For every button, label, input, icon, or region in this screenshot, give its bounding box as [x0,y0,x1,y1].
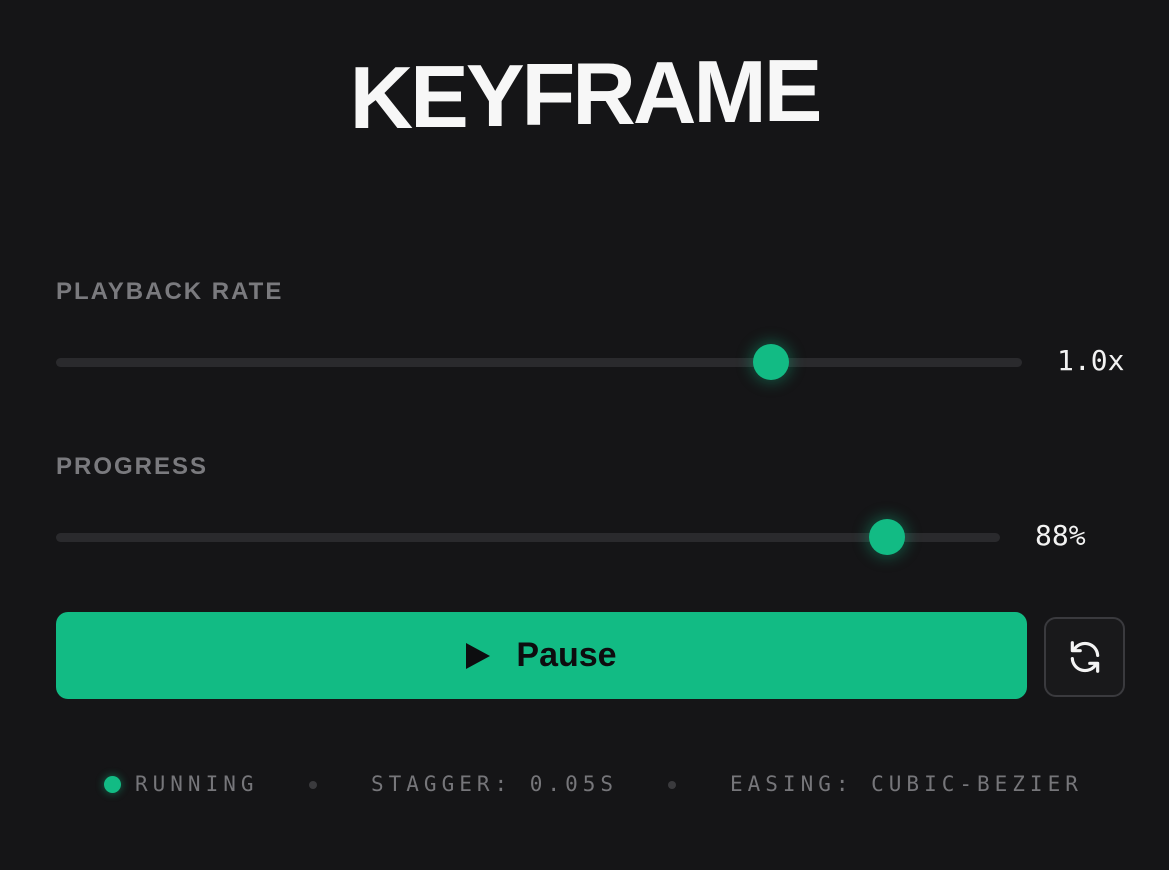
title-letter: M [693,42,766,141]
title-letter: Y [465,46,525,145]
playback-rate-value: 1.0x [1057,344,1125,377]
status-separator [668,781,676,789]
stagger-status-text: STAGGER: 0.05S [371,772,619,796]
title-letter: F [521,45,576,144]
pause-button[interactable]: Pause [56,612,1027,699]
progress-label: PROGRESS [56,453,209,480]
playback-rate-slider[interactable] [56,344,1022,380]
status-bar: RUNNING STAGGER: 0.05S EASING: CUBIC-BEZ… [0,770,1169,800]
status-separator [309,781,317,789]
playback-rate-track[interactable] [56,358,1022,367]
running-status-dot [104,776,121,793]
progress-value: 88% [1035,519,1086,552]
title-letter: E [763,41,823,140]
reset-button[interactable] [1044,617,1125,697]
running-status-text: RUNNING [135,772,259,796]
title-letter: A [632,43,697,142]
play-icon [466,642,491,669]
progress-thumb[interactable] [868,519,905,555]
title-letter: E [410,47,469,146]
playback-rate-thumb[interactable] [752,344,789,380]
keyframe-panel: KEYFRAME PLAYBACK RATE 1.0x PROGRESS 88%… [0,0,1169,870]
page-title-container: KEYFRAME [0,40,1169,150]
progress-track[interactable] [56,533,1000,542]
title-letter: R [572,44,636,143]
easing-status-text: EASING: CUBIC-BEZIER [730,772,1083,796]
refresh-icon [1070,641,1099,673]
title-letter: K [349,48,414,147]
progress-slider[interactable] [56,519,1000,555]
pause-button-label: Pause [516,636,617,674]
page-title: KEYFRAME [349,40,823,150]
playback-rate-label: PLAYBACK RATE [56,278,284,305]
